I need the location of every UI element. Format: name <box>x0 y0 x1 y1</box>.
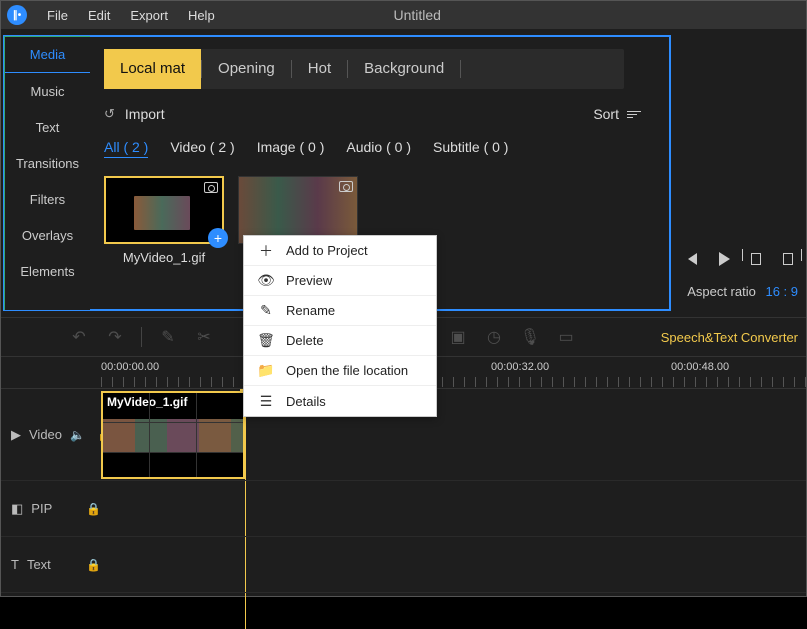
camera-icon <box>204 182 218 193</box>
ctx-delete[interactable]: 🗑 Delete <box>244 326 436 356</box>
camera-icon <box>339 181 353 192</box>
mic-icon[interactable]: 🎙 <box>516 323 544 351</box>
import-button[interactable]: Import <box>125 106 165 122</box>
mat-tab-local[interactable]: Local mat <box>104 49 201 89</box>
lib-tab-music[interactable]: Music <box>5 73 90 109</box>
ctx-open-file-location[interactable]: 📁 Open the file location <box>244 356 436 386</box>
lib-tab-media[interactable]: Media <box>5 37 90 73</box>
video-clip[interactable]: MyVideo_1.gif <box>101 391 245 479</box>
menu-export[interactable]: Export <box>120 8 178 23</box>
lib-tab-text[interactable]: Text <box>5 109 90 145</box>
pip-track-label: PIP <box>31 501 52 516</box>
refresh-icon[interactable]: ↺ <box>104 106 115 122</box>
speech-text-converter[interactable]: Speech&Text Converter <box>661 330 798 345</box>
menu-file[interactable]: File <box>37 8 78 23</box>
sort-icon <box>627 111 641 118</box>
mat-tab-background[interactable]: Background <box>348 49 460 89</box>
add-to-project-icon[interactable]: + <box>208 228 228 248</box>
speaker-icon[interactable]: 🔈 <box>70 428 85 442</box>
undo-button[interactable]: ↶ <box>65 323 93 351</box>
material-tabs: Local mat Opening Hot Background <box>104 49 624 89</box>
ctx-label: Open the file location <box>286 363 408 378</box>
next-frame-button[interactable] <box>746 249 766 269</box>
ctx-preview[interactable]: 👁 Preview <box>244 266 436 296</box>
sort-button[interactable]: Sort <box>593 106 641 122</box>
menu-edit[interactable]: Edit <box>78 8 120 23</box>
crop-icon[interactable]: ▣ <box>444 323 472 351</box>
filter-all[interactable]: All ( 2 ) <box>104 139 148 158</box>
video-track-icon: ▶ <box>11 427 21 443</box>
stop-button[interactable] <box>778 249 798 269</box>
ruler-mark-2: 00:00:32.00 <box>491 361 549 373</box>
lib-tab-filters[interactable]: Filters <box>5 181 90 217</box>
menu-help[interactable]: Help <box>178 8 225 23</box>
app-logo-icon: ∥• <box>7 5 27 25</box>
pip-track-icon: ◧ <box>11 501 23 517</box>
filter-image[interactable]: Image ( 0 ) <box>257 139 325 158</box>
edit-tool-icon[interactable]: ✎ <box>154 323 182 351</box>
ctx-add-to-project[interactable]: ＋ Add to Project <box>244 236 436 266</box>
aspect-ratio-label: Aspect ratio <box>687 284 756 299</box>
context-menu: ＋ Add to Project 👁 Preview ✎ Rename 🗑 De… <box>243 235 437 417</box>
lib-tab-overlays[interactable]: Overlays <box>5 217 90 253</box>
redo-button[interactable]: ↷ <box>101 323 129 351</box>
preview-panel: Aspect ratio 16 : 9 <box>671 29 806 311</box>
ctx-label: Delete <box>286 333 324 348</box>
sort-label: Sort <box>593 106 619 122</box>
ctx-label: Details <box>286 394 326 409</box>
clock-icon[interactable]: ◷ <box>480 323 508 351</box>
aspect-ratio-value: 16 : 9 <box>765 284 798 299</box>
media-filter-row: All ( 2 ) Video ( 2 ) Image ( 0 ) Audio … <box>104 139 669 158</box>
folder-icon: 📁 <box>256 362 276 379</box>
trash-icon: 🗑 <box>256 332 276 349</box>
mat-tab-hot[interactable]: Hot <box>292 49 347 89</box>
pencil-icon: ✎ <box>256 302 276 319</box>
eye-icon: 👁 <box>256 272 276 289</box>
ctx-label: Preview <box>286 273 332 288</box>
media-item-1-caption: MyVideo_1.gif <box>104 250 224 265</box>
lock-icon[interactable]: 🔒 <box>86 558 101 572</box>
lib-tab-elements[interactable]: Elements <box>5 253 90 289</box>
library-tabs: Media Music Text Transitions Filters Ove… <box>4 36 90 310</box>
ctx-label: Add to Project <box>286 243 368 258</box>
text-track[interactable]: T Text 🔒 <box>1 537 806 593</box>
pip-track[interactable]: ◧ PIP 🔒 <box>1 481 806 537</box>
ctx-label: Rename <box>286 303 335 318</box>
play-button[interactable] <box>714 249 734 269</box>
filter-video[interactable]: Video ( 2 ) <box>170 139 234 158</box>
aspect-ratio[interactable]: Aspect ratio 16 : 9 <box>687 284 798 299</box>
cut-tool-icon[interactable]: ✂ <box>190 323 218 351</box>
mat-tab-opening[interactable]: Opening <box>202 49 291 89</box>
ruler-mark-0: 00:00:00.00 <box>101 361 159 373</box>
ctx-details[interactable]: ☰ Details <box>244 386 436 416</box>
text-track-icon: T <box>11 557 19 572</box>
filter-audio[interactable]: Audio ( 0 ) <box>346 139 411 158</box>
video-track-label: Video <box>29 427 62 442</box>
lock-icon[interactable]: 🔒 <box>86 502 101 516</box>
filter-subtitle[interactable]: Subtitle ( 0 ) <box>433 139 508 158</box>
menubar: ∥• File Edit Export Help Untitled <box>1 1 806 29</box>
window-title: Untitled <box>394 7 441 23</box>
timeline-tracks: ▶ Video 🔈 🔒 MyVideo_1.gif ◧ PIP 🔒 T Text <box>1 389 806 593</box>
ctx-rename[interactable]: ✎ Rename <box>244 296 436 326</box>
ruler-mark-3: 00:00:48.00 <box>671 361 729 373</box>
details-icon: ☰ <box>256 393 276 410</box>
prev-frame-button[interactable] <box>682 249 702 269</box>
media-item-1[interactable]: + MyVideo_1.gif <box>104 176 224 265</box>
screen-icon[interactable]: ▭ <box>552 323 580 351</box>
text-track-label: Text <box>27 557 51 572</box>
plus-icon: ＋ <box>256 241 276 261</box>
lib-tab-transitions[interactable]: Transitions <box>5 145 90 181</box>
